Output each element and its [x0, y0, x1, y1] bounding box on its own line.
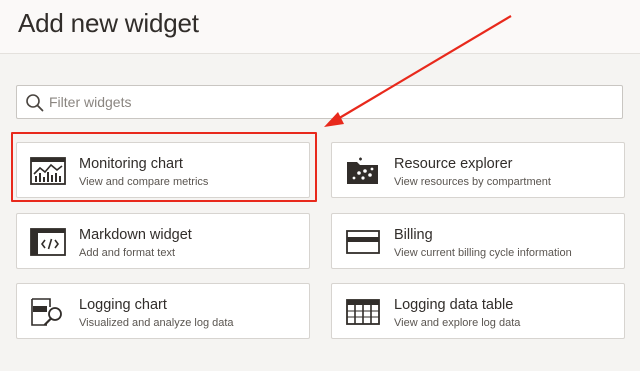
widget-card-logging-chart[interactable]: Logging chart Visualized and analyze log… — [16, 283, 310, 339]
widget-description: View and explore log data — [394, 317, 521, 329]
page-title: Add new widget — [18, 8, 199, 38]
widget-description: View resources by compartment — [394, 176, 551, 188]
widget-name: Billing — [394, 227, 433, 243]
widget-name: Markdown widget — [79, 227, 192, 243]
search-icon — [26, 94, 44, 112]
widget-card-resource-explorer[interactable]: Resource explorer View resources by comp… — [331, 142, 625, 198]
widget-card-markdown[interactable]: Markdown widget Add and format text — [16, 213, 310, 269]
resource-explorer-icon — [347, 157, 378, 184]
widget-card-logging-data-table[interactable]: Logging data table View and explore log … — [331, 283, 625, 339]
widget-card-monitoring-chart[interactable]: Monitoring chart View and compare metric… — [16, 142, 310, 198]
widget-card-billing[interactable]: Billing View current billing cycle infor… — [331, 213, 625, 269]
logging-table-icon — [346, 299, 380, 325]
dialog-header: Add new widget — [0, 0, 640, 54]
search-input[interactable] — [49, 86, 609, 118]
widget-description: View and compare metrics — [79, 176, 209, 188]
monitoring-chart-icon — [30, 157, 66, 185]
widget-name: Monitoring chart — [79, 156, 183, 172]
widget-description: View current billing cycle information — [394, 247, 572, 259]
widget-name: Logging chart — [79, 297, 167, 313]
search-box[interactable] — [16, 85, 623, 119]
widget-name: Resource explorer — [394, 156, 513, 172]
billing-card-icon — [346, 230, 380, 254]
widget-description: Add and format text — [79, 247, 175, 259]
markdown-icon — [30, 228, 66, 256]
widget-name: Logging data table — [394, 297, 514, 313]
widget-description: Visualized and analyze log data — [79, 317, 234, 329]
logging-chart-icon — [31, 298, 62, 326]
